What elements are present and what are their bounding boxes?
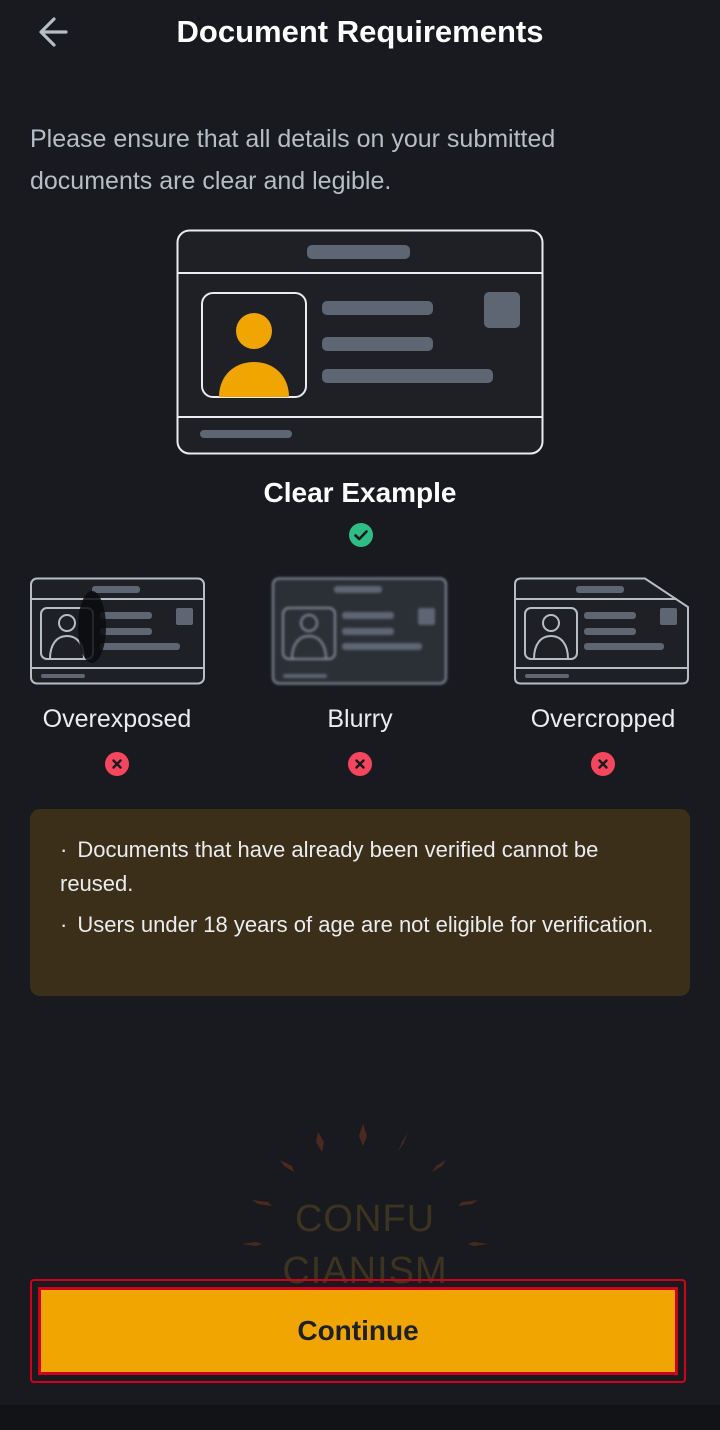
- x-circle-icon: [104, 751, 130, 782]
- note-item: · Users under 18 years of age are not eli…: [60, 912, 654, 937]
- bullet: ·: [60, 837, 68, 862]
- header: Document Requirements: [0, 0, 720, 66]
- note-item: · Documents that have already been verifi…: [60, 837, 599, 896]
- x-circle-icon: [347, 751, 373, 782]
- bottom-bar: [0, 1405, 720, 1430]
- watermark: CONFU CIANISM: [240, 1120, 490, 1292]
- continue-button[interactable]: Continue: [38, 1287, 678, 1375]
- x-circle-icon: [590, 751, 616, 782]
- check-circle-icon: [348, 522, 374, 553]
- overcropped-label: Overcropped: [530, 705, 676, 733]
- clear-example-label: Clear Example: [263, 477, 457, 508]
- watermark-line-1: CONFU: [294, 1198, 436, 1240]
- blurry-label: Blurry: [327, 705, 393, 733]
- intro-text: Please ensure that all details on your s…: [30, 125, 556, 195]
- bullet: ·: [60, 912, 68, 937]
- blurry-sample-illustration: [272, 577, 448, 690]
- clear-example-illustration: [176, 229, 544, 460]
- overexposed-label: Overexposed: [42, 705, 192, 733]
- page-title: Document Requirements: [176, 14, 544, 49]
- requirements-note: · Documents that have already been verifi…: [30, 809, 690, 996]
- overcropped-sample-illustration: [514, 577, 690, 690]
- overexposed-sample-illustration: [30, 577, 206, 690]
